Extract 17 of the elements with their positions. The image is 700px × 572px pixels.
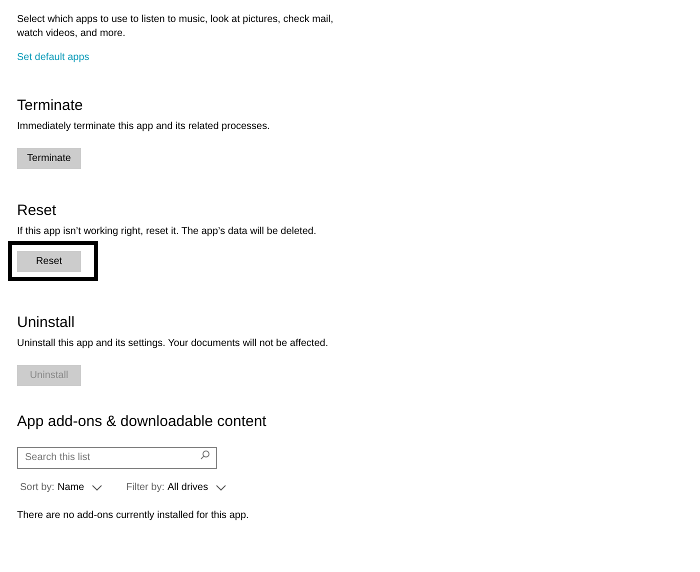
chevron-down-icon: [216, 484, 226, 490]
search-icon: [200, 450, 210, 460]
chevron-down-icon: [92, 484, 102, 490]
section-heading: Uninstall: [17, 313, 76, 333]
section-heading: App add-ons & downloadable content: [17, 412, 268, 432]
section-description: If this app isn’t working right, reset it. The app’s data will be deleted.: [17, 225, 318, 239]
filter-dropdown[interactable]: Sort by: Name: [20, 480, 102, 495]
action-button[interactable]: Reset: [17, 250, 81, 272]
section-description: Select which apps to use to listen to music, look at pictures, check mail, watch videos, and more.: [17, 13, 334, 41]
action-button[interactable]: Terminate: [17, 148, 81, 169]
filter-dropdown[interactable]: Filter by: All drives: [126, 480, 226, 495]
section-heading: Reset: [17, 201, 58, 221]
section-description: Uninstall this app and its settings. Your documents will not be affected.: [17, 337, 330, 351]
empty-message: There are no add-ons currently installed for this app.: [17, 509, 250, 523]
section-description: Immediately terminate this app and its related processes.: [17, 120, 271, 134]
section-heading: Terminate: [17, 96, 84, 116]
search-field[interactable]: Search this list: [17, 446, 217, 468]
